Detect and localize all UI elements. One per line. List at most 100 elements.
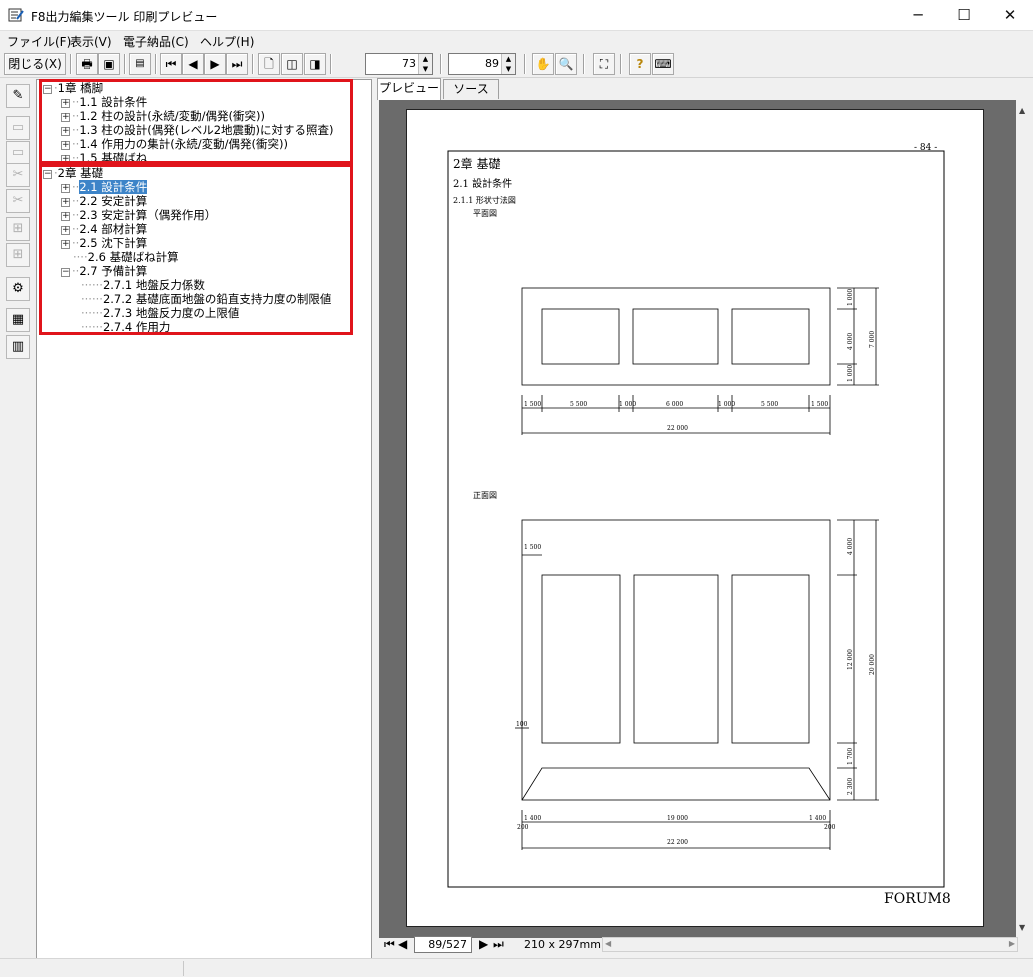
title-bar: F8出力編集ツール 印刷プレビュー ─ ☐ ✕ xyxy=(0,0,1033,31)
tab-source[interactable]: ソース xyxy=(443,79,499,99)
spinner-arrows-icon[interactable]: ▲ ▼ xyxy=(418,54,432,74)
svg-text:1 700: 1 700 xyxy=(847,748,854,765)
toolbar: 閉じる(X) 🖶 ▣ ▤ ⏮ ◀ ▶ ⏭ 🗋 ◫ ◨ 73 ▲ ▼ 89 ▲ ▼ ✋ 🔍… xyxy=(0,51,1033,78)
svg-text:4 000: 4 000 xyxy=(847,538,854,555)
maximize-button[interactable]: ☐ xyxy=(941,0,987,31)
edit-tool-icon[interactable]: ▭ xyxy=(6,116,30,140)
page-spinner[interactable]: 89 ▲ ▼ xyxy=(448,53,516,75)
last-page-icon[interactable]: ⏭ xyxy=(226,53,248,75)
print-icon[interactable]: 🖶 xyxy=(76,53,98,75)
next-page-icon[interactable]: ▶ xyxy=(204,53,226,75)
edit-tool-icon[interactable]: ✂ xyxy=(6,163,30,187)
svg-text:22 000: 22 000 xyxy=(667,425,688,432)
single-page-icon[interactable]: 🗋 xyxy=(258,53,280,75)
zoom-spinner[interactable]: 73 ▲ ▼ xyxy=(365,53,433,75)
highlight-box xyxy=(39,164,353,335)
close-button[interactable]: 閉じる(X) xyxy=(4,53,66,75)
list-view-icon[interactable]: ▥ xyxy=(6,335,30,359)
svg-text:100: 100 xyxy=(516,721,528,728)
vertical-scrollbar[interactable]: ▲ ▼ xyxy=(1016,100,1031,938)
spinner-arrows-icon[interactable]: ▲ ▼ xyxy=(501,54,515,74)
zoom-tool-icon[interactable]: 🔍 xyxy=(555,53,577,75)
tree-move-icon[interactable]: ⊞ xyxy=(6,217,30,241)
tree-view[interactable]: − ·1章 橋脚 + ··1.1 設計条件 + ··1.2 柱の設計(永続/変動/偶発… xyxy=(36,79,372,959)
preview-canvas[interactable]: - 84 - 2章 基礎 2.1 設計条件 2.1.1 形状寸法図 平面図 1 … xyxy=(379,100,1016,938)
edit-tool-icon[interactable]: ✂ xyxy=(6,189,30,213)
page-setup-icon[interactable]: ▤ xyxy=(129,53,151,75)
svg-text:12 000: 12 000 xyxy=(847,649,854,670)
last-page-nav-icon[interactable]: ⏭ xyxy=(493,937,504,952)
svg-text:4 000: 4 000 xyxy=(847,333,854,350)
page-subsection: 2.1.1 形状寸法図 xyxy=(453,195,516,205)
close-window-button[interactable]: ✕ xyxy=(987,0,1033,31)
next-page-nav-icon[interactable]: ▶ xyxy=(479,937,488,951)
left-toolbar: ✎ ▭ ▭ ✂ ✂ ⊞ ⊞ ⚙ ▦ ▥ xyxy=(3,81,33,961)
fit-page-icon[interactable]: ⛶ xyxy=(593,53,615,75)
page-drawing: - 84 - 2章 基礎 2.1 設計条件 2.1.1 形状寸法図 平面図 1 … xyxy=(447,143,951,907)
page-indicator[interactable]: 89/527 xyxy=(414,936,472,953)
svg-text:22 200: 22 200 xyxy=(667,839,688,846)
svg-text:6 000: 6 000 xyxy=(666,401,683,408)
scroll-down-icon[interactable]: ▼ xyxy=(1019,923,1025,932)
help-icon[interactable]: ? xyxy=(629,53,651,75)
svg-text:1 500: 1 500 xyxy=(524,401,541,408)
page-nav-bar: ⏮ ◀ 89/527 ▶ ⏭ 210 x 297mm ◀ ▶ xyxy=(376,935,1031,955)
plan-label: 平面図 xyxy=(473,209,497,218)
edit-pen-icon[interactable]: ✎ xyxy=(6,84,30,108)
window-title: F8出力編集ツール 印刷プレビュー xyxy=(31,10,218,24)
multi-page-icon[interactable]: ◨ xyxy=(304,53,326,75)
svg-text:1 000: 1 000 xyxy=(718,401,735,408)
tree-view-icon[interactable]: ▦ xyxy=(6,308,30,332)
status-bar xyxy=(0,958,1033,977)
first-page-icon[interactable]: ⏮ xyxy=(160,53,182,75)
settings-icon[interactable]: ⚙ xyxy=(6,277,30,301)
front-label: 正面図 xyxy=(473,491,497,500)
menu-electronic-delivery[interactable]: 電子納品(C) xyxy=(123,33,189,50)
minimize-button[interactable]: ─ xyxy=(895,0,941,31)
horizontal-scrollbar[interactable]: ◀ ▶ xyxy=(602,937,1018,952)
menu-view[interactable]: 表示(V) xyxy=(70,33,112,50)
plan-view xyxy=(521,287,879,435)
front-view xyxy=(515,519,879,850)
scroll-left-icon[interactable]: ◀ xyxy=(605,939,611,948)
tree-move-icon[interactable]: ⊞ xyxy=(6,243,30,267)
svg-text:1 400: 1 400 xyxy=(809,815,826,822)
prev-page-icon[interactable]: ◀ xyxy=(182,53,204,75)
plan-dimensions: 1 500 5 500 1 000 6 000 1 000 5 500 1 50… xyxy=(524,289,876,432)
scroll-right-icon[interactable]: ▶ xyxy=(1009,939,1015,948)
svg-text:1 500: 1 500 xyxy=(524,544,541,551)
preview-page: - 84 - 2章 基礎 2.1 設計条件 2.1.1 形状寸法図 平面図 1 … xyxy=(406,109,984,927)
app-window: F8出力編集ツール 印刷プレビュー ─ ☐ ✕ ファイル(F) 表示(V) 電子… xyxy=(0,0,1033,977)
menu-help[interactable]: ヘルプ(H) xyxy=(200,33,254,50)
paper-size: 210 x 297mm xyxy=(524,938,601,951)
hand-tool-icon[interactable]: ✋ xyxy=(532,53,554,75)
svg-text:200: 200 xyxy=(517,824,529,831)
menu-bar: ファイル(F) 表示(V) 電子納品(C) ヘルプ(H) xyxy=(0,31,1033,51)
svg-text:200: 200 xyxy=(824,824,836,831)
tab-preview[interactable]: プレビュー xyxy=(377,78,441,100)
svg-text:1 000: 1 000 xyxy=(847,365,854,382)
save-icon[interactable]: ▣ xyxy=(98,53,120,75)
svg-text:7 000: 7 000 xyxy=(869,331,876,348)
highlight-box xyxy=(39,79,353,164)
page-chapter: 2章 基礎 xyxy=(453,156,500,171)
svg-text:5 500: 5 500 xyxy=(761,401,778,408)
svg-text:20 000: 20 000 xyxy=(869,654,876,675)
svg-text:2 300: 2 300 xyxy=(847,778,854,795)
scroll-up-icon[interactable]: ▲ xyxy=(1019,106,1025,115)
svg-text:1 000: 1 000 xyxy=(847,289,854,306)
menu-file[interactable]: ファイル(F) xyxy=(7,33,71,50)
two-page-icon[interactable]: ◫ xyxy=(281,53,303,75)
preview-panel: プレビュー ソース - 84 - 2章 基礎 2.1 設計条件 2.1.1 形状… xyxy=(376,78,1031,960)
page-footer: FORUM8 xyxy=(884,891,951,907)
svg-text:1 400: 1 400 xyxy=(524,815,541,822)
edit-tool-icon[interactable]: ▭ xyxy=(6,141,30,165)
prev-page-nav-icon[interactable]: ◀ xyxy=(398,937,407,951)
svg-text:1 500: 1 500 xyxy=(811,401,828,408)
app-icon xyxy=(8,8,24,22)
svg-text:19 000: 19 000 xyxy=(667,815,688,822)
svg-text:5 500: 5 500 xyxy=(570,401,587,408)
page-section: 2.1 設計条件 xyxy=(453,177,512,190)
first-page-nav-icon[interactable]: ⏮ xyxy=(384,937,395,952)
keyboard-icon[interactable]: ⌨ xyxy=(652,53,674,75)
